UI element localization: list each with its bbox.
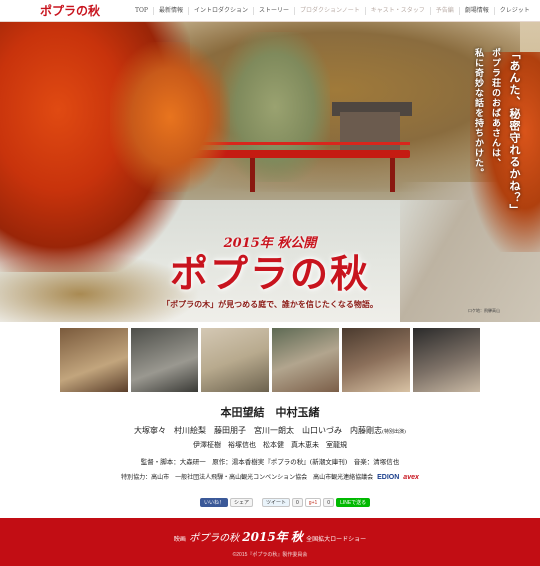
nav-item-introduction[interactable]: イントロダクション [187,6,253,15]
tweet-count: 0 [292,498,303,507]
supporting-cast-names: 大塚寧々 村川絵梨 藤田朋子 宮川一朗太 山口いづみ 内藤剛志 [134,426,383,435]
nav-item-news[interactable]: 最新情報 [152,6,188,15]
scene-still-photo [271,328,339,392]
avex-logo: avex [403,474,419,481]
footer-title: ポプラの秋 [189,533,240,544]
bridge-pillar [250,158,255,192]
cooperation-text: 特別協力：高山市 一般社団法人飛騨・高山観光コンベンション協会 高山市観光連絡協… [121,474,374,481]
tweet-button[interactable]: ツイート [262,498,291,507]
footer-banner: 映画 ポプラの秋 2015年 秋 全国拡大ロードショー ©2015『ポプラの秋』… [0,518,540,566]
google-plus-count: 0 [323,498,335,507]
footer-prefix: 映画 [173,536,186,543]
scene-still-photo [60,328,128,392]
bridge-pillar [390,158,395,192]
tagline: 「ポプラの木」が見つめる庭で、誰かを信じたくなる物語。 [162,299,378,309]
top-navigation: ポプラの秋 TOP 最新情報 イントロダクション ストーリー プロダクションノー… [0,0,540,22]
cast-list: 本田望結 中村玉緒 大塚寧々 村川絵梨 藤田朋子 宮川一朗太 山口いづみ 内藤剛… [60,404,480,450]
nav-item-production-note[interactable]: プロダクションノート [294,6,365,15]
minor-cast: 伊澤柾樹 裕塚信也 松本健 真木恵未 室龍規 [193,441,347,449]
title-block: 2015年 秋公開 ポプラの秋 「ポプラの木」が見つめる庭で、誰かを信じたくなる… [130,232,410,310]
nav-item-story[interactable]: ストーリー [253,6,294,15]
scene-still-photo [342,328,410,392]
nav-item-trailer[interactable]: 予告編 [429,6,459,15]
facebook-share-button[interactable]: シェア [230,498,254,507]
footer-release: 全国拡大ロードショー [306,536,367,543]
facebook-like-button[interactable]: いいね！ [200,498,229,507]
special-appearance-note: (特別出演) [382,429,406,435]
movie-title: ポプラの秋 [169,251,370,296]
line-send-button[interactable]: LINEで送る [336,498,371,507]
supporting-cast: 大塚寧々 村川絵梨 藤田朋子 宮川一朗太 山口いづみ 内藤剛志(特別出演) [60,425,480,436]
edion-logo: EDION [377,474,400,481]
footer-release-line: 映画 ポプラの秋 2015年 秋 全国拡大ロードショー [0,528,540,545]
release-text: 秋公開 [277,236,317,251]
google-plus-button[interactable]: g+1 [304,498,322,507]
scene-stills [60,328,480,392]
site-logo[interactable]: ポプラの秋 [0,2,130,19]
social-share-left: いいね！ シェア [200,498,254,510]
scene-still-photo [201,328,269,392]
credit-line-staff: 監督・脚本：大森研一 原作：湯本香樹実『ポプラの秋』(新潮文庫刊) 音楽：清塚信… [140,458,400,466]
social-share-right: ツイート 0 g+1 0 LINEで送る [262,498,371,510]
nav-item-top[interactable]: TOP [130,7,153,15]
footer-year: 2015年 [242,530,288,544]
nav-item-credits[interactable]: クレジット [493,6,535,15]
catch-line: 私に奇妙な話を持ちかけた。 [473,48,483,178]
catch-line: 「あんた、秘密守れるかね？」 [508,48,521,216]
scene-still-photo [130,328,198,392]
hero-key-visual: 「あんた、秘密守れるかね？」 ポプラ荘のおばあさんは、 私に奇妙な話を持ちかけた… [0,22,540,322]
nav-menu: TOP 最新情報 イントロダクション ストーリー プロダクションノート キャスト… [130,6,535,15]
catch-copy: 「あんた、秘密守れるかね？」 ポプラ荘のおばあさんは、 私に奇妙な話を持ちかけた… [402,48,522,228]
nav-item-theaters[interactable]: 劇場情報 [458,6,494,15]
staff-credits: 監督・脚本：大森研一 原作：湯本香樹実『ポプラの秋』(新潮文庫刊) 音楽：清塚信… [60,456,480,481]
location-caption: ロケ地：飛騨高山 [468,308,500,313]
lead-cast: 本田望結 中村玉緒 [220,406,320,419]
footer-season: 秋 [290,530,303,544]
willow-tree [220,32,330,182]
scene-still-photo [412,328,480,392]
orange-maple-tree [110,42,230,192]
nav-item-cast-staff[interactable]: キャスト・スタッフ [364,6,430,15]
credit-line-cooperation: 特別協力：高山市 一般社団法人飛騨・高山観光コンベンション協会 高山市観光連絡協… [60,472,480,481]
catch-line: ポプラ荘のおばあさんは、 [490,48,500,168]
release-year: 2015年 秋公開 [130,232,410,251]
year-text: 2015年 [223,236,273,251]
footer-copyright: ©2015『ポプラの秋』製作委員会 [232,552,308,558]
